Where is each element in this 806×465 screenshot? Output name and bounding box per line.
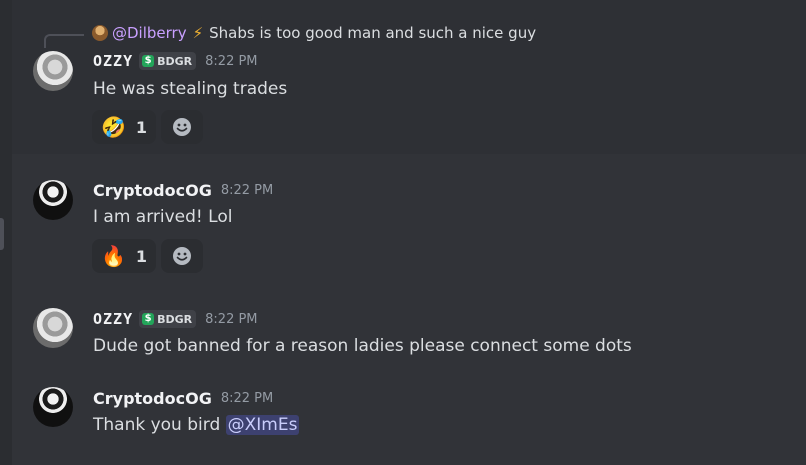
reaction-bar: 🔥 1 <box>92 239 208 273</box>
timestamp[interactable]: 8:22 PM <box>221 183 273 198</box>
message-header: OZZY $ BDGR 8:22 PM <box>93 52 258 70</box>
reaction-button[interactable]: 🔥 1 <box>92 239 157 273</box>
username[interactable]: CryptodocOG <box>93 181 212 200</box>
avatar[interactable] <box>33 180 73 220</box>
fire-emoji-icon: 🔥 <box>101 244 126 268</box>
avatar[interactable] <box>33 308 73 348</box>
message-header: CryptodocOG 8:22 PM <box>93 389 273 408</box>
reaction-count: 1 <box>135 246 148 266</box>
timestamp[interactable]: 8:22 PM <box>221 391 273 406</box>
lightning-icon: ⚡ <box>192 24 204 42</box>
dollar-icon: $ <box>142 313 155 325</box>
reaction-button[interactable]: 🤣 1 <box>92 110 157 144</box>
rofl-emoji-icon: 🤣 <box>101 115 126 139</box>
message-header: OZZY $ BDGR 8:22 PM <box>93 310 258 328</box>
user-mention[interactable]: @XImEs <box>225 415 300 435</box>
username[interactable]: OZZY <box>93 52 133 70</box>
reaction-count: 1 <box>135 117 148 137</box>
message-text: Thank you bird <box>93 415 226 435</box>
message-content: Dude got banned for a reason ladies plea… <box>93 336 632 356</box>
message-list[interactable]: @Dilberry ⚡ Shabs is too good man and su… <box>0 0 806 465</box>
avatar[interactable] <box>33 51 73 91</box>
reply-text[interactable]: Shabs is too good man and such a nice gu… <box>209 24 536 42</box>
server-tag[interactable]: $ BDGR <box>139 310 197 328</box>
message-header: CryptodocOG 8:22 PM <box>93 181 273 200</box>
username[interactable]: CryptodocOG <box>93 389 212 408</box>
tag-label: BDGR <box>157 54 193 68</box>
dollar-icon: $ <box>142 55 155 67</box>
reply-avatar <box>92 25 108 41</box>
panel-resize-handle[interactable] <box>0 218 4 250</box>
add-reaction-button[interactable] <box>161 239 204 273</box>
reply-connector <box>44 34 84 48</box>
smile-icon <box>173 118 192 136</box>
smile-icon <box>173 247 192 265</box>
reaction-bar: 🤣 1 <box>92 110 208 144</box>
avatar[interactable] <box>33 387 73 427</box>
message-content: He was stealing trades <box>93 79 288 99</box>
timestamp[interactable]: 8:22 PM <box>205 54 257 69</box>
timestamp[interactable]: 8:22 PM <box>205 312 257 327</box>
message-content: Thank you bird @XImEs <box>93 415 300 435</box>
top-divider <box>12 0 806 16</box>
tag-label: BDGR <box>157 312 193 326</box>
message-content: I am arrived! Lol <box>93 207 233 227</box>
reply-mention[interactable]: @Dilberry <box>112 24 187 42</box>
username[interactable]: OZZY <box>93 310 133 328</box>
server-tag[interactable]: $ BDGR <box>139 52 197 70</box>
add-reaction-button[interactable] <box>161 110 204 144</box>
reply-preview[interactable]: @Dilberry ⚡ Shabs is too good man and su… <box>92 24 536 42</box>
